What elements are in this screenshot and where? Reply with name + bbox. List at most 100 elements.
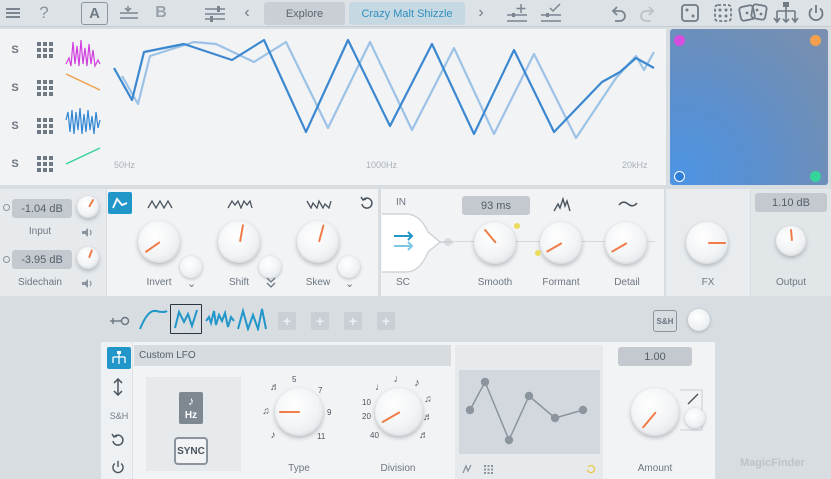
skew-mod-knob[interactable] bbox=[338, 256, 360, 278]
amount-mod-knob[interactable] bbox=[685, 408, 705, 428]
thumb-orange-slope bbox=[65, 73, 101, 91]
xy-morph-pad[interactable] bbox=[670, 29, 828, 185]
sidechain-led-icon[interactable] bbox=[3, 256, 10, 263]
add-lfo-slot-button[interactable]: + bbox=[311, 312, 329, 330]
signal-router-icon[interactable] bbox=[382, 210, 454, 276]
formant-mod-dot bbox=[535, 250, 541, 256]
add-lfo-slot-button[interactable]: + bbox=[344, 312, 362, 330]
solo-button-1[interactable]: S bbox=[10, 44, 20, 56]
smooth-label: Smooth bbox=[477, 277, 513, 288]
amount-knob[interactable] bbox=[631, 388, 679, 436]
lfo-shape-noise[interactable] bbox=[204, 304, 236, 334]
ab-b-button[interactable]: B bbox=[153, 3, 169, 23]
smooth-time-value[interactable]: 93 ms bbox=[462, 196, 530, 215]
mixer-settings-icon[interactable] bbox=[203, 3, 227, 23]
lfo-side-sh-label[interactable]: S&H bbox=[106, 411, 132, 421]
solo-button-2[interactable]: S bbox=[10, 82, 20, 94]
xy-corner-top-right[interactable] bbox=[810, 35, 821, 46]
lfo-curve-editor[interactable] bbox=[459, 370, 600, 454]
shift-knob[interactable] bbox=[218, 221, 260, 263]
type-mark-11: 11 bbox=[317, 432, 326, 441]
sync-button[interactable]: SYNC bbox=[174, 437, 208, 465]
division-note-icon: ♪ bbox=[414, 377, 420, 389]
grid-icon[interactable] bbox=[36, 155, 54, 173]
routing-icon[interactable] bbox=[107, 347, 131, 369]
curve-dark bbox=[113, 38, 655, 136]
preset-name-tab[interactable]: Crazy Malt Shizzle bbox=[349, 2, 465, 25]
chevron-down-icon[interactable]: ⌄ bbox=[187, 277, 196, 290]
downward-arrows-icon[interactable] bbox=[264, 276, 278, 290]
grid-icon[interactable] bbox=[36, 41, 54, 59]
copy-settings-icon[interactable] bbox=[118, 3, 140, 23]
lfo-shape-envelope[interactable] bbox=[137, 304, 169, 334]
envelope-mode-icon[interactable] bbox=[108, 192, 132, 214]
shift-mod-knob[interactable] bbox=[259, 256, 281, 278]
help-icon[interactable]: ? bbox=[36, 3, 52, 23]
save-preset-icon[interactable] bbox=[539, 2, 563, 24]
add-preset-icon[interactable] bbox=[505, 2, 529, 24]
power-icon[interactable] bbox=[109, 458, 127, 476]
solo-button-4[interactable]: S bbox=[10, 158, 20, 170]
thumb-green-slope bbox=[65, 147, 101, 165]
thumb-magenta-wave bbox=[65, 39, 101, 69]
invert-mod-knob[interactable] bbox=[180, 256, 202, 278]
fx-knob[interactable] bbox=[686, 222, 728, 264]
lfo-link-icon[interactable] bbox=[108, 312, 132, 330]
sidechain-gain-knob[interactable] bbox=[77, 247, 99, 269]
division-knob[interactable] bbox=[375, 388, 423, 436]
power-icon[interactable] bbox=[805, 2, 827, 24]
lfo-shape-spike[interactable] bbox=[236, 304, 268, 334]
redo-icon[interactable] bbox=[638, 3, 658, 23]
xy-corner-bottom-right[interactable] bbox=[810, 171, 821, 182]
xy-corner-bottom-left[interactable] bbox=[674, 171, 685, 182]
input-gain-knob[interactable] bbox=[77, 196, 99, 218]
undo-icon[interactable] bbox=[608, 3, 628, 23]
input-gain-value[interactable]: -1.04 dB bbox=[12, 199, 72, 218]
hamburger-menu-icon[interactable] bbox=[5, 3, 21, 23]
dice-random-small-icon[interactable] bbox=[712, 2, 734, 24]
routing-icon[interactable] bbox=[773, 1, 799, 25]
sample-hold-knob[interactable] bbox=[688, 309, 710, 331]
lfo-title-bar[interactable]: Custom LFO bbox=[134, 345, 451, 366]
explore-tab[interactable]: Explore bbox=[264, 2, 345, 25]
add-lfo-slot-button[interactable]: + bbox=[377, 312, 395, 330]
prev-preset-button[interactable]: ‹ bbox=[240, 3, 254, 23]
amount-value[interactable]: 1.00 bbox=[618, 347, 692, 366]
dice-random-icon[interactable] bbox=[679, 2, 701, 24]
grid-snap-icon[interactable] bbox=[482, 463, 494, 475]
source-thumbnails bbox=[65, 39, 101, 165]
type-knob[interactable] bbox=[275, 388, 323, 436]
grid-icon[interactable] bbox=[36, 79, 54, 97]
detail-knob[interactable] bbox=[605, 222, 647, 264]
speaker-icon[interactable] bbox=[80, 225, 94, 239]
input-led-icon[interactable] bbox=[3, 204, 10, 211]
curve-tool-icon[interactable] bbox=[461, 463, 473, 475]
grid-icon[interactable] bbox=[36, 117, 54, 135]
music-note-icon: ♪ bbox=[188, 394, 194, 408]
lfo-shape-custom[interactable] bbox=[170, 304, 202, 334]
ab-a-button[interactable]: A bbox=[81, 2, 108, 25]
shift-shape-icon bbox=[226, 197, 254, 211]
sample-hold-button[interactable]: S&H bbox=[653, 310, 677, 332]
sidechain-gain-value[interactable]: -3.95 dB bbox=[12, 250, 72, 269]
spectrum-curves[interactable] bbox=[108, 34, 662, 166]
add-lfo-slot-button[interactable]: + bbox=[278, 312, 296, 330]
formant-knob[interactable] bbox=[540, 222, 582, 264]
reset-icon[interactable] bbox=[358, 194, 376, 212]
next-preset-button[interactable]: › bbox=[474, 3, 488, 23]
output-gain-knob[interactable] bbox=[776, 226, 806, 256]
invert-knob[interactable] bbox=[138, 221, 180, 263]
speaker-icon[interactable] bbox=[80, 276, 94, 290]
hz-mode-button[interactable]: ♪ Hz bbox=[179, 392, 203, 424]
division-note-icon: ♬ bbox=[423, 411, 433, 423]
reset-curve-icon[interactable] bbox=[585, 463, 597, 475]
reset-icon[interactable] bbox=[109, 431, 127, 449]
skew-knob[interactable] bbox=[297, 221, 339, 263]
output-gain-value[interactable]: 1.10 dB bbox=[755, 193, 827, 212]
xy-corner-top-left[interactable] bbox=[674, 35, 685, 46]
chevron-down-icon[interactable]: ⌄ bbox=[345, 277, 354, 290]
up-down-arrows-icon[interactable] bbox=[109, 377, 127, 397]
smooth-knob[interactable] bbox=[474, 222, 516, 264]
solo-button-3[interactable]: S bbox=[10, 120, 20, 132]
dice-pair-icon[interactable] bbox=[738, 1, 768, 25]
